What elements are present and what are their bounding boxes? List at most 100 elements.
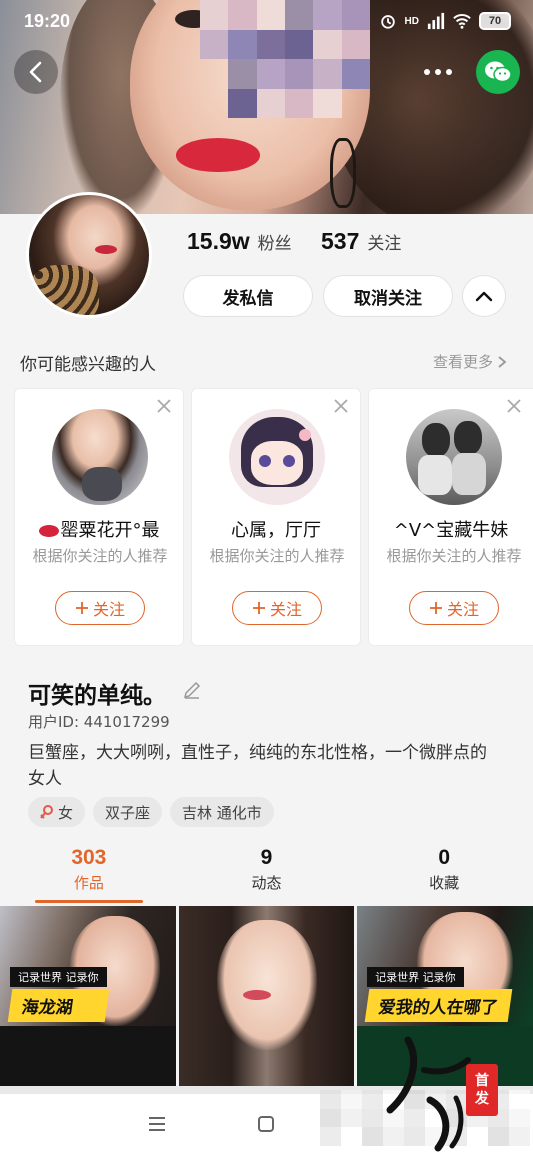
mosaic-tile — [320, 1090, 341, 1109]
recommendation-card[interactable]: ^V^宝藏牛妹 根据你关注的人推荐 关注 — [368, 388, 533, 646]
see-more-link[interactable]: 查看更多 — [433, 351, 507, 372]
follow-label: 关注 — [92, 600, 125, 619]
caption-title: 海龙湖 — [7, 989, 109, 1022]
mosaic-tile — [313, 59, 342, 89]
pencil-icon[interactable] — [182, 680, 202, 700]
tab-label: 动态 — [251, 874, 282, 892]
network-hd-label: HD — [404, 15, 419, 27]
follow-button[interactable]: 关注 — [409, 591, 499, 625]
plus-icon — [252, 602, 265, 614]
more-dots-icon — [424, 69, 452, 75]
tab-works[interactable]: 303 作品 — [0, 846, 178, 904]
mosaic-tile — [200, 89, 228, 119]
mosaic-tile — [320, 1127, 341, 1146]
stamp-char: 首 — [475, 1073, 489, 1089]
watermark: 首 发 — [320, 1030, 530, 1154]
mosaic-tile — [313, 88, 342, 118]
mosaic-tile — [509, 1108, 530, 1128]
wechat-icon — [485, 61, 512, 83]
mosaic-tile — [228, 59, 257, 89]
gender-label: 女 — [58, 803, 74, 822]
mosaic-tile — [256, 59, 285, 89]
recommendation-reason: 根据你关注的人推荐 — [209, 547, 345, 565]
mosaic-tile — [341, 1127, 362, 1146]
recommendation-avatar[interactable] — [52, 409, 148, 505]
recommendation-card[interactable]: 罂粟花开°最 根据你关注的人推荐 关注 — [14, 388, 184, 646]
follow-label: 关注 — [269, 600, 302, 619]
plus-icon — [429, 602, 442, 614]
caption-tagline: 记录世界 记录你 — [367, 967, 464, 987]
mosaic-tile — [228, 88, 257, 118]
stamp-char: 发 — [475, 1091, 489, 1107]
fans-count: 15.9w — [187, 228, 250, 254]
caption-tagline: 记录世界 记录你 — [10, 967, 107, 987]
unfollow-button[interactable]: 取消关注 — [323, 275, 453, 317]
tab-label: 收藏 — [429, 874, 460, 892]
close-icon[interactable] — [505, 397, 523, 415]
more-button[interactable] — [420, 56, 456, 88]
recommendation-avatar[interactable] — [229, 409, 325, 505]
following-stat[interactable]: 537 关注 — [321, 228, 401, 255]
close-icon[interactable] — [332, 397, 350, 415]
nickname: 可笑的单纯。 — [28, 683, 166, 709]
mosaic-tile — [285, 88, 314, 118]
bio-description: 巨蟹座，大大咧咧，直性子，纯纯的东北性格，一个微胖点的女人 — [28, 743, 487, 789]
mosaic-tile — [509, 1127, 530, 1146]
back-button[interactable] — [14, 50, 58, 94]
status-time: 19:20 — [24, 11, 71, 31]
profile-tags: 女 双子座 吉林 通化市 — [28, 797, 274, 827]
status-icons: HD 70 — [379, 12, 511, 30]
mosaic-tile — [285, 59, 314, 89]
work-caption: 记录世界 记录你 爱我的人在哪了 — [364, 966, 513, 1022]
recommendation-reason: 根据你关注的人推荐 — [32, 547, 168, 565]
following-count: 537 — [321, 228, 360, 254]
wechat-share-button[interactable] — [476, 50, 520, 94]
mosaic-tile — [342, 89, 370, 119]
battery-icon: 70 — [479, 12, 511, 30]
mosaic-tile — [341, 59, 370, 89]
recommendation-avatar[interactable] — [406, 409, 502, 505]
tab-moments[interactable]: 9 动态 — [178, 846, 356, 904]
tab-count: 9 — [260, 846, 273, 869]
back-arrow-icon — [29, 61, 42, 83]
status-bar: 19:20 HD 70 — [0, 0, 533, 46]
following-label: 关注 — [367, 234, 402, 254]
tab-count: 0 — [438, 846, 451, 869]
recommendation-name: 罂粟花开°最 — [15, 516, 183, 542]
recommendation-name: ^V^宝藏牛妹 — [393, 520, 509, 541]
recommendation-card[interactable]: 心属，厅厅 根据你关注的人推荐 关注 — [191, 388, 361, 646]
location-tag: 吉林 通化市 — [170, 797, 274, 827]
chevron-right-icon — [498, 355, 507, 368]
square-home-icon[interactable] — [253, 1111, 279, 1137]
recommendation-name: 心属，厅厅 — [231, 520, 321, 541]
zodiac-tag: 双子座 — [93, 797, 163, 827]
recommendations-title: 你可能感兴趣的人 — [20, 355, 156, 375]
user-id: 用户ID: 441017299 — [28, 713, 170, 731]
follow-button[interactable]: 关注 — [55, 591, 145, 625]
mosaic-tile — [341, 1090, 362, 1109]
close-icon[interactable] — [155, 397, 173, 415]
premiere-stamp: 首 发 — [466, 1064, 498, 1116]
chevron-up-icon — [475, 291, 493, 302]
follow-label: 关注 — [446, 600, 479, 619]
send-message-button[interactable]: 发私信 — [183, 275, 313, 317]
caption-title: 爱我的人在哪了 — [364, 989, 513, 1022]
follow-button[interactable]: 关注 — [232, 591, 322, 625]
mosaic-tile — [320, 1108, 341, 1128]
mosaic-tile — [256, 88, 285, 118]
work-thumbnail[interactable]: 记录世界 记录你 海龙湖 — [0, 906, 176, 1090]
fans-label: 粉丝 — [257, 234, 292, 254]
mosaic-tile — [341, 1108, 362, 1128]
tab-label: 作品 — [73, 874, 104, 892]
wifi-icon — [453, 14, 471, 29]
plus-icon — [75, 602, 88, 614]
collapse-recommendations-button[interactable] — [462, 275, 506, 317]
tab-favorites[interactable]: 0 收藏 — [355, 846, 533, 904]
menu-lines-icon[interactable] — [144, 1111, 170, 1137]
female-icon — [40, 805, 53, 819]
mosaic-tile — [200, 59, 228, 89]
avatar[interactable] — [26, 192, 152, 318]
mosaic-tile — [509, 1090, 530, 1109]
work-caption: 记录世界 记录你 海龙湖 — [7, 966, 109, 1022]
fans-stat[interactable]: 15.9w 粉丝 — [187, 228, 292, 255]
